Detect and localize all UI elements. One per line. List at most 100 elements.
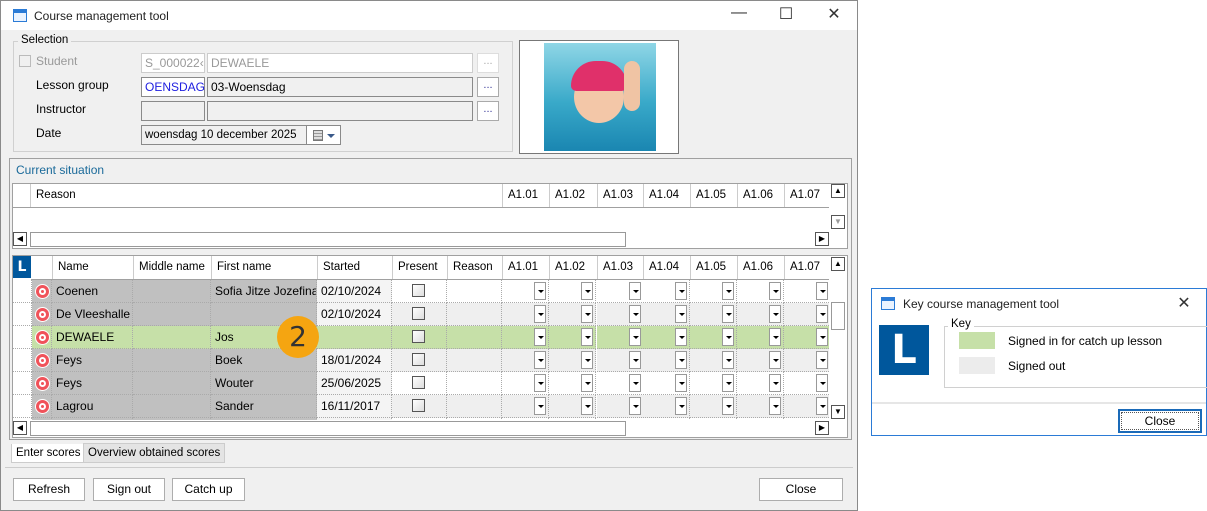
scroll-left-button[interactable]: ◀ [13, 232, 27, 246]
score-cell[interactable] [784, 326, 829, 349]
scroll-thumb[interactable] [30, 421, 626, 436]
score-cell[interactable] [597, 303, 644, 326]
scroll-left-button[interactable]: ◀ [13, 421, 27, 435]
lesson-group-name-field[interactable]: 03-Woensdag [207, 77, 473, 97]
column-header[interactable]: Reason [447, 256, 502, 279]
score-cell[interactable] [737, 349, 784, 372]
scroll-thumb[interactable] [831, 302, 845, 330]
score-cell[interactable] [502, 326, 549, 349]
tab-overview-obtained-scores[interactable]: Overview obtained scores [83, 443, 226, 463]
column-header[interactable]: A1.04 [643, 184, 690, 207]
score-dropdown-icon[interactable] [581, 374, 593, 392]
present-checkbox[interactable] [412, 376, 425, 389]
scroll-right-button[interactable]: ▶ [815, 421, 829, 435]
reason-cell[interactable] [447, 395, 502, 418]
score-cell[interactable] [643, 326, 690, 349]
score-dropdown-icon[interactable] [816, 305, 828, 323]
score-dropdown-icon[interactable] [816, 374, 828, 392]
table-row[interactable]: Feys Wouter 25/06/2025 [13, 372, 829, 395]
score-cell[interactable] [549, 395, 596, 418]
score-dropdown-icon[interactable] [722, 374, 734, 392]
score-cell[interactable] [690, 395, 737, 418]
column-header[interactable]: A1.04 [643, 256, 690, 279]
score-cell[interactable] [502, 395, 549, 418]
score-cell[interactable] [502, 303, 549, 326]
scroll-up-button[interactable]: ▲ [831, 257, 845, 271]
student-checkbox[interactable] [19, 55, 31, 67]
score-cell[interactable] [597, 280, 644, 303]
student-name-field[interactable]: DEWAELE [207, 53, 473, 73]
score-cell[interactable] [643, 280, 690, 303]
lower-horizontal-scrollbar[interactable]: ◀ ▶ [13, 420, 847, 437]
score-cell[interactable] [690, 303, 737, 326]
score-dropdown-icon[interactable] [675, 305, 687, 323]
score-dropdown-icon[interactable] [722, 305, 734, 323]
row-header[interactable] [13, 372, 32, 395]
score-cell[interactable] [690, 372, 737, 395]
row-header[interactable] [13, 326, 32, 349]
column-header[interactable]: Started [317, 256, 392, 279]
score-dropdown-icon[interactable] [675, 282, 687, 300]
column-header[interactable]: A1.06 [737, 256, 784, 279]
column-header[interactable]: A1.06 [737, 184, 784, 207]
present-checkbox[interactable] [412, 307, 425, 320]
lesson-group-code-field[interactable]: OENSDAG [141, 77, 205, 97]
score-cell[interactable] [737, 280, 784, 303]
column-header[interactable]: Middle name [133, 256, 211, 279]
row-header[interactable] [13, 280, 32, 303]
column-header[interactable]: A1.03 [597, 184, 644, 207]
score-cell[interactable] [690, 326, 737, 349]
maximize-button[interactable]: ☐ [766, 4, 806, 24]
score-dropdown-icon[interactable] [722, 397, 734, 415]
close-button[interactable]: Close [759, 478, 843, 501]
score-dropdown-icon[interactable] [581, 397, 593, 415]
column-header[interactable]: A1.07 [784, 184, 831, 207]
instructor-browse-button[interactable]: ... [477, 101, 499, 121]
score-dropdown-icon[interactable] [816, 282, 828, 300]
score-dropdown-icon[interactable] [769, 305, 781, 323]
score-cell[interactable] [643, 303, 690, 326]
score-dropdown-icon[interactable] [722, 328, 734, 346]
refresh-button[interactable]: Refresh [13, 478, 85, 501]
score-dropdown-icon[interactable] [769, 397, 781, 415]
lesson-group-browse-button[interactable]: ... [477, 77, 499, 97]
column-header[interactable]: A1.02 [549, 184, 596, 207]
row-header[interactable] [13, 349, 32, 372]
score-cell[interactable] [784, 349, 829, 372]
score-cell[interactable] [643, 372, 690, 395]
score-dropdown-icon[interactable] [629, 351, 641, 369]
score-cell[interactable] [549, 326, 596, 349]
lower-vertical-scrollbar[interactable]: ▲ ▼ [829, 256, 847, 419]
date-picker-button[interactable] [306, 125, 341, 145]
score-dropdown-icon[interactable] [534, 305, 546, 323]
catch-up-button[interactable]: Catch up [172, 478, 245, 501]
score-dropdown-icon[interactable] [769, 351, 781, 369]
score-cell[interactable] [643, 395, 690, 418]
present-checkbox[interactable] [412, 284, 425, 297]
score-cell[interactable] [737, 395, 784, 418]
reason-cell[interactable] [447, 349, 502, 372]
score-dropdown-icon[interactable] [675, 351, 687, 369]
score-cell[interactable] [502, 372, 549, 395]
score-cell[interactable] [597, 395, 644, 418]
score-dropdown-icon[interactable] [769, 282, 781, 300]
column-header[interactable]: A1.03 [597, 256, 644, 279]
score-cell[interactable] [597, 372, 644, 395]
instructor-code-field[interactable] [141, 101, 205, 121]
row-header[interactable] [13, 395, 32, 418]
column-header[interactable]: A1.02 [549, 256, 596, 279]
scroll-thumb[interactable] [30, 232, 626, 247]
score-dropdown-icon[interactable] [769, 328, 781, 346]
score-dropdown-icon[interactable] [629, 282, 641, 300]
present-checkbox[interactable] [412, 399, 425, 412]
column-header[interactable]: A1.07 [784, 256, 831, 279]
scroll-up-button[interactable]: ▲ [831, 184, 845, 198]
row-header[interactable] [13, 303, 32, 326]
reason-cell[interactable] [447, 372, 502, 395]
score-cell[interactable] [597, 326, 644, 349]
table-row[interactable]: Feys Boek 18/01/2024 [13, 349, 829, 372]
column-header[interactable]: Reason [30, 184, 502, 207]
score-cell[interactable] [690, 280, 737, 303]
table-row[interactable]: DEWAELE Jos [13, 326, 829, 349]
table-row[interactable]: Coenen Sofia Jitze Jozefina 02/10/2024 [13, 280, 829, 303]
